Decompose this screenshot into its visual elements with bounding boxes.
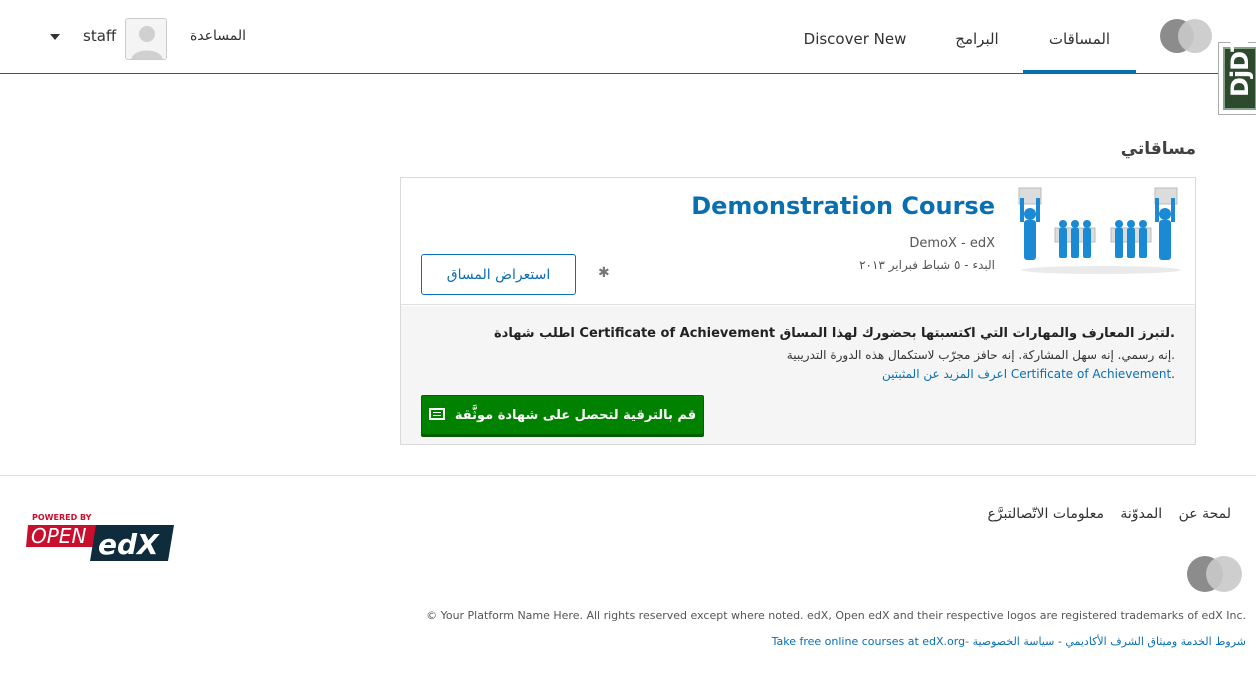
- help-link[interactable]: المساعدة: [190, 28, 246, 44]
- course-org: DemoX - edX: [909, 236, 995, 251]
- nav-tab-courses[interactable]: المساقات: [1023, 0, 1136, 74]
- powered-by-text: POWERED BY: [32, 513, 92, 522]
- nav-tab-programs[interactable]: البرامج: [944, 0, 1010, 74]
- debug-toolbar-label: DjDT: [1226, 36, 1254, 97]
- copyright-text: © Your Platform Name Here. All rights re…: [426, 609, 1246, 622]
- powered-by-openedx-logo[interactable]: POWERED BY OPEN edX: [26, 511, 176, 563]
- user-avatar[interactable]: [125, 18, 167, 60]
- site-logo[interactable]: [1160, 19, 1212, 53]
- certificate-upsell: اطلب شهادة Certificate of Achievement لت…: [401, 306, 1195, 444]
- certificate-icon: [428, 407, 445, 420]
- edx-text: edX: [98, 528, 160, 561]
- open-text: OPEN: [31, 524, 86, 548]
- edx-org-link[interactable]: Take free online courses at edX.org: [772, 635, 966, 648]
- user-menu-caret-icon[interactable]: [50, 34, 60, 40]
- username[interactable]: staff: [83, 27, 116, 45]
- legal-links: شروط الخدمة وميثاق الشرف الأكاديمي - سيا…: [772, 635, 1246, 648]
- learn-more-link[interactable]: اعرف المزيد عن المثبتين Certificate of A…: [882, 367, 1171, 381]
- footer-link-contact[interactable]: معلومات الاتّصال: [1012, 506, 1104, 522]
- legal-separator: -: [1054, 635, 1066, 648]
- upgrade-certificate-button[interactable]: قم بالترقية لتحصل على شهادة موثَّقة: [421, 395, 704, 435]
- footer-site-logo[interactable]: [1187, 556, 1242, 592]
- certificate-message-title: اطلب شهادة Certificate of Achievement لت…: [494, 326, 1175, 341]
- debug-toolbar-handle[interactable]: DjDT: [1218, 37, 1256, 115]
- view-course-button[interactable]: استعراض المساق: [421, 254, 576, 295]
- learn-more-suffix: .: [1171, 367, 1175, 381]
- course-details: Demonstration Course DemoX - edX البدء -…: [401, 178, 1195, 305]
- privacy-link[interactable]: سياسة الخصوصية: [973, 635, 1055, 648]
- footer-link-donate[interactable]: تبرَّع: [987, 506, 1012, 522]
- course-image[interactable]: [1015, 184, 1187, 276]
- upgrade-button-label: قم بالترقية لتحصل على شهادة موثَّقة: [454, 407, 697, 423]
- site-header: المساقات البرامج Discover New المساعدة s…: [0, 0, 1256, 74]
- course-card: Demonstration Course DemoX - edX البدء -…: [400, 177, 1196, 445]
- my-courses-heading: مساقاتي: [1120, 139, 1196, 159]
- course-title-link[interactable]: Demonstration Course: [691, 192, 995, 220]
- certificate-learn-more: اعرف المزيد عن المثبتين Certificate of A…: [882, 367, 1175, 381]
- gear-icon[interactable]: ✱: [598, 266, 612, 280]
- footer-nav: لمحة عن المدوّنة معلومات الاتّصالتبرَّع: [975, 506, 1231, 522]
- avatar-placeholder-icon: [131, 26, 163, 59]
- course-start-date: البدء - ٥ شباط فبراير ٢٠١٣: [859, 258, 995, 272]
- footer-link-about[interactable]: لمحة عن: [1179, 506, 1231, 522]
- tos-link[interactable]: شروط الخدمة وميثاق الشرف الأكاديمي: [1065, 635, 1246, 648]
- footer-link-blog[interactable]: المدوّنة: [1120, 506, 1162, 522]
- site-footer: لمحة عن المدوّنة معلومات الاتّصالتبرَّع …: [0, 475, 1256, 678]
- certificate-message-body: إنه رسمي. إنه سهل المشاركة. إنه حافز مجر…: [786, 348, 1175, 362]
- nav-tab-discover-new[interactable]: Discover New: [794, 0, 916, 74]
- legal-separator: -: [965, 635, 973, 648]
